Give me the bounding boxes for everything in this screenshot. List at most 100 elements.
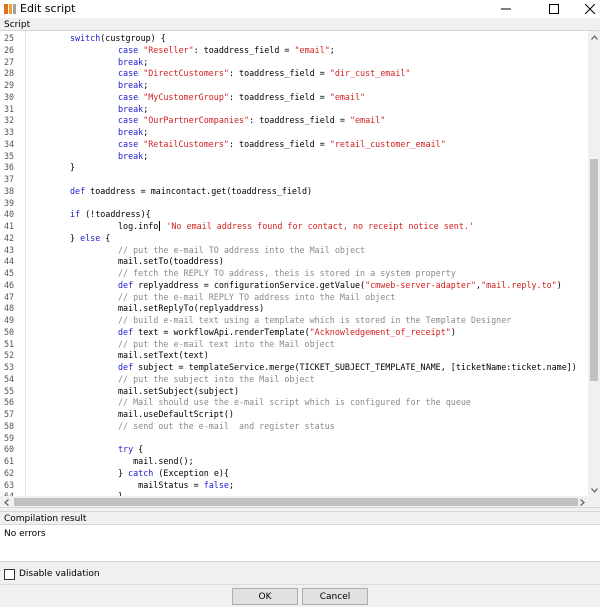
code-keyword: break [118,103,144,114]
code-line[interactable]: 42} else { [0,233,588,245]
code-line[interactable]: 55 mail.setSubject(subject) [0,386,588,398]
code-line[interactable]: 25 switch(custgroup) { [0,33,588,45]
code-token: ) [556,279,562,290]
code-line[interactable]: 60 try { [0,444,588,456]
code-line[interactable]: 47 // put the e-mail REPLY TO address int… [0,292,588,304]
code-line[interactable]: 33 break; [0,127,588,139]
minimize-button[interactable] [486,0,526,18]
horizontal-scrollbar[interactable] [0,496,588,507]
line-number: 48 [4,303,15,314]
code-line[interactable]: 29 break; [0,80,588,92]
code-string: "MyCustomerGroup" [143,91,229,102]
chevron-down-icon [590,487,598,493]
code-line[interactable]: 32 case "OurPartnerCompanies": toaddress_… [0,115,588,127]
code-text: break; [118,151,148,163]
code-line[interactable]: 46 def replyaddress = configurationServic… [0,280,588,292]
compilation-result-text: No errors [4,529,46,539]
code-line[interactable]: 45 // fetch the REPLY TO address, theis i… [0,268,588,280]
code-line[interactable]: 39 [0,198,588,210]
scroll-up-button[interactable] [588,31,600,43]
code-line[interactable]: 27 break; [0,57,588,69]
maximize-button[interactable] [534,0,574,18]
code-line[interactable]: 36} [0,162,588,174]
code-text: mail.setText(text) [118,350,209,362]
code-line[interactable]: 43 // put the e-mail TO address into the … [0,245,588,257]
code-line[interactable]: 28 case "DirectCustomers": toaddress_fiel… [0,68,588,80]
code-text: if (!toaddress){ [70,209,151,221]
code-comment: // fetch the REPLY TO address, theis is … [118,268,456,278]
code-keyword: switch [70,33,101,43]
code-line[interactable]: 63 mailStatus = false; [0,480,588,492]
vertical-scroll-thumb[interactable] [590,159,598,381]
code-keyword: def [70,185,86,196]
code-line[interactable]: 57 mail.useDefaultScript() [0,409,588,421]
scrollbar-corner [588,496,600,507]
code-line[interactable]: 26 case "Reseller": toaddress_field = "em… [0,45,588,57]
code-line[interactable]: 61 mail.send(); [0,456,588,468]
code-text: case "DirectCustomers": toaddress_field … [118,68,410,80]
code-token: ; [228,479,234,490]
code-token: : toaddress_field = [249,115,350,126]
split-divider[interactable] [0,511,600,512]
disable-validation-checkbox[interactable] [4,568,15,580]
code-line[interactable]: 38 def toaddress = maincontact.get(toaddr… [0,186,588,198]
horizontal-scroll-thumb[interactable] [14,498,578,506]
code-line[interactable]: 58 // send out the e-mail and register st… [0,421,588,433]
code-keyword: def [118,326,134,337]
code-line[interactable]: 34 case "RetailCustomers": toaddress_fiel… [0,139,588,151]
title-bar: Edit script [0,0,600,18]
line-number: 44 [4,256,15,267]
scroll-down-button[interactable] [588,484,600,496]
code-line[interactable]: 62} catch (Exception e){ [0,468,588,480]
disable-validation-option[interactable]: Disable validation [4,567,100,581]
line-number: 60 [4,444,15,455]
code-line[interactable]: 53 def subject = templateService.merge(TI… [0,362,588,374]
minimize-icon [501,8,511,10]
code-text: mailStatus = false; [118,480,234,492]
script-editor[interactable]: 25 switch(custgroup) {26 case "Reseller": … [0,30,600,508]
line-number: 50 [4,326,15,337]
code-string: "OurPartnerCompanies" [143,115,250,126]
scroll-left-button[interactable] [0,496,12,507]
code-token: : toaddress_field = [228,68,330,79]
code-line[interactable]: 56 // Mail should use the e-mail script w… [0,397,588,409]
code-line[interactable]: 40 if (!toaddress){ [0,209,588,221]
code-line[interactable]: 44 mail.setTo(toaddress) [0,256,588,268]
close-button[interactable] [570,0,600,18]
button-bar [0,584,600,607]
code-line[interactable]: 50 def text = workflowApi.renderTemplate(… [0,327,588,339]
line-number: 54 [4,373,15,384]
code-string: "email" [294,44,330,55]
cancel-button[interactable]: Cancel [302,588,368,605]
code-token: subject = templateService.merge(TICKET_S… [133,362,577,372]
scroll-right-button[interactable] [576,496,588,507]
code-text: break; [118,57,148,69]
code-keyword: case [118,44,139,55]
vertical-scrollbar[interactable] [588,31,600,496]
code-line[interactable]: 49 // build e-mail text using a template … [0,315,588,327]
code-line[interactable]: 52 mail.setText(text) [0,350,588,362]
code-text: def replyaddress = configurationService.… [118,280,562,292]
code-keyword: if [70,209,81,220]
code-line[interactable]: 37 [0,174,588,186]
code-line[interactable]: 31 break; [0,104,588,116]
code-string: "DirectCustomers" [143,68,229,79]
code-line[interactable]: 41 log.info 'No email address found for c… [0,221,588,233]
ok-button[interactable]: OK [232,588,298,605]
line-number: 34 [4,138,15,149]
code-area[interactable]: 25 switch(custgroup) {26 case "Reseller": … [0,33,588,496]
line-number: 35 [4,150,15,161]
code-token: (custgroup) { [100,33,166,43]
line-number: 51 [4,338,15,349]
code-text: def toaddress = maincontact.get(toaddres… [70,186,312,198]
code-line[interactable]: 30 case "MyCustomerGroup": toaddress_fiel… [0,92,588,104]
code-line[interactable]: 51 // put the e-mail text into the Mail o… [0,339,588,351]
line-number: 59 [4,432,15,443]
code-line[interactable]: 54 // put the subject into the Mail objec… [0,374,588,386]
code-line[interactable]: 48 mail.setReplyTo(replyaddress) [0,303,588,315]
line-number: 42 [4,232,15,243]
disable-validation-label[interactable]: Disable validation [19,569,100,579]
code-line[interactable]: 59 [0,433,588,445]
code-line[interactable]: 35 break; [0,151,588,163]
line-number: 63 [4,479,15,490]
